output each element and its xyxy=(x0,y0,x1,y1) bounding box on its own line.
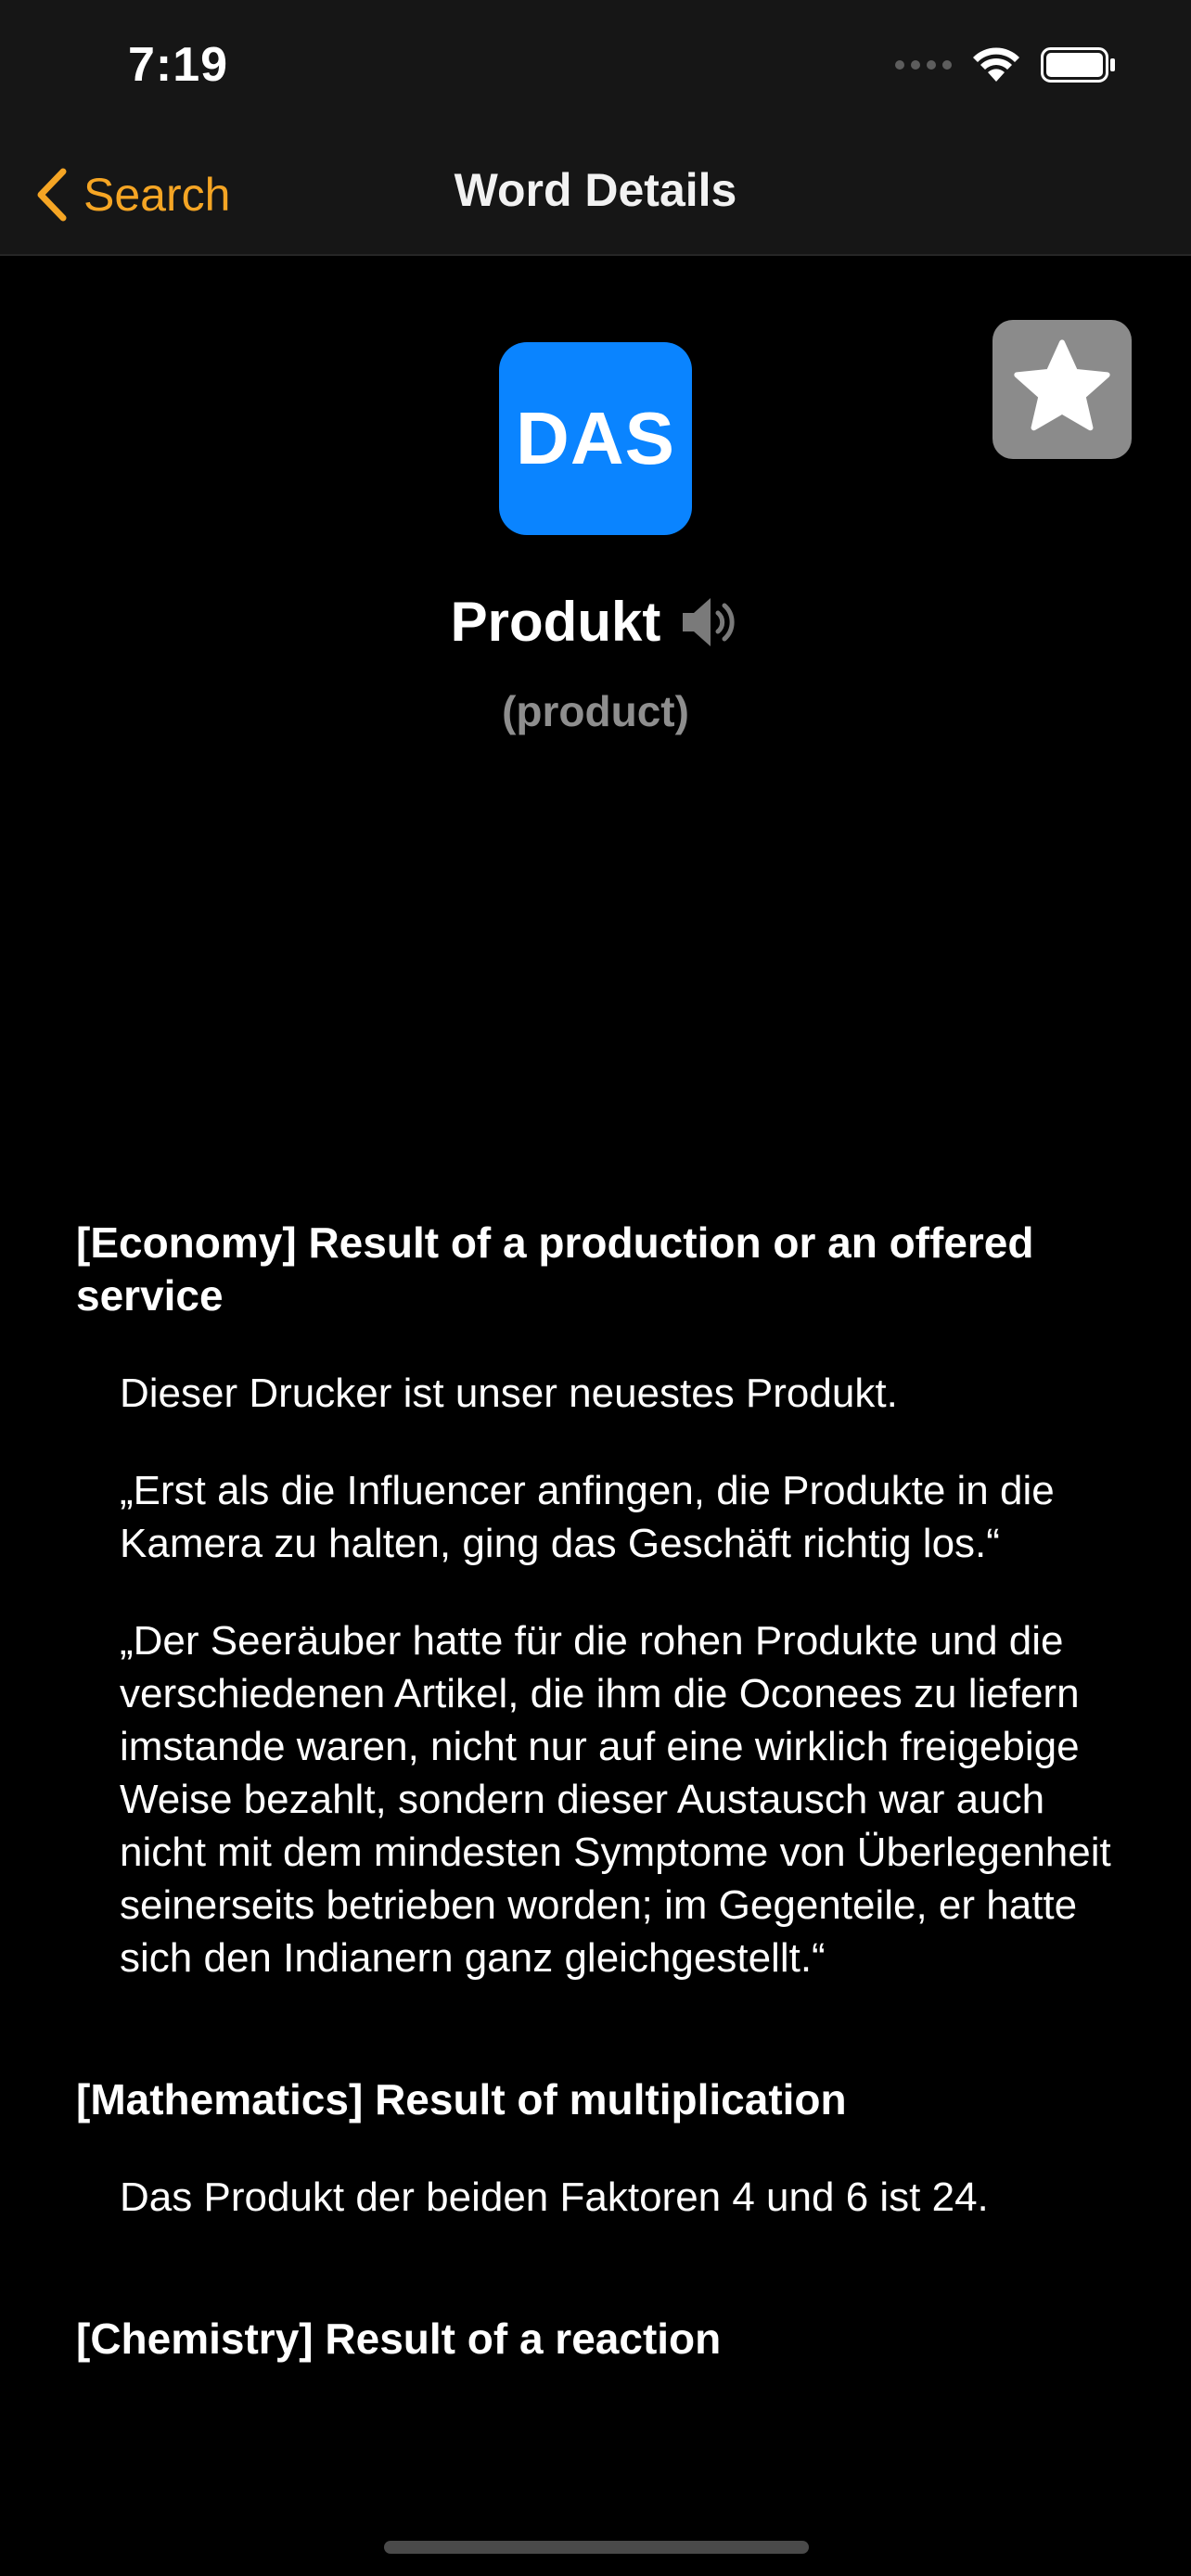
definition-heading: [Mathematics] Result of multiplication xyxy=(76,2075,847,2123)
example-sentence: „Der Seeräuber hatte für die rohen Produ… xyxy=(120,1618,1111,1981)
definition-section: [Chemistry] Result of a reaction xyxy=(76,2313,1124,2366)
navigation-bar: Search Word Details xyxy=(0,139,1191,256)
word-details-screen: 7:19 Search Word Details DAS Produkt (pr… xyxy=(0,0,1191,2576)
article-badge: DAS xyxy=(499,342,692,535)
star-icon xyxy=(1014,339,1110,431)
speaker-icon xyxy=(683,597,735,646)
cellular-signal-icon xyxy=(895,60,952,70)
example-sentence: „Erst als die Influencer anfingen, die P… xyxy=(120,1468,1055,1566)
favorite-button[interactable] xyxy=(992,320,1132,459)
status-bar: 7:19 xyxy=(0,0,1191,139)
example-sentence: Dieser Drucker ist unser neuestes Produk… xyxy=(120,1371,898,1416)
word-title: Produkt xyxy=(450,591,661,653)
definition-section: [Mathematics] Result of multiplication D… xyxy=(76,2073,1124,2224)
battery-icon xyxy=(1041,47,1115,83)
example-sentence: Das Produkt der beiden Faktoren 4 und 6 … xyxy=(120,2174,989,2220)
translation: (product) xyxy=(502,687,689,735)
definitions-list: [Economy] Result of a production or an o… xyxy=(76,1217,1124,2366)
wifi-icon xyxy=(973,47,1019,82)
word-row: Produkt xyxy=(0,590,1191,654)
definition-heading: [Chemistry] Result of a reaction xyxy=(76,2315,722,2363)
definition-section: [Economy] Result of a production or an o… xyxy=(76,1217,1124,1984)
home-indicator xyxy=(384,2541,809,2554)
status-time: 7:19 xyxy=(128,38,229,92)
speaker-button[interactable] xyxy=(679,593,740,652)
definition-heading: [Economy] Result of a production or an o… xyxy=(76,1218,1034,1320)
status-icons xyxy=(895,46,1117,83)
nav-title: Word Details xyxy=(454,164,737,216)
